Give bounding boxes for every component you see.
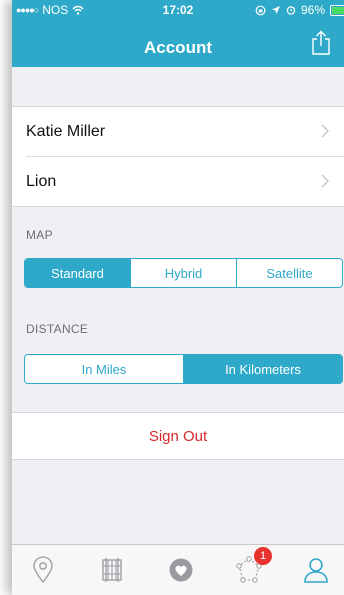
alarm-icon bbox=[286, 6, 296, 15]
user-icon bbox=[304, 558, 328, 583]
profile-group: Katie Miller Lion bbox=[12, 106, 344, 207]
profile-row-pet[interactable]: Lion bbox=[26, 156, 344, 206]
battery-percent: 96% bbox=[300, 3, 325, 17]
lock-rotation-icon bbox=[255, 5, 266, 15]
profile-name-label: Katie Miller bbox=[26, 122, 106, 140]
map-option-satellite[interactable]: Satellite bbox=[236, 259, 342, 287]
phone-screen: ●●●●○ NOS 17:02 96% Account Katie Miller… bbox=[12, 0, 344, 595]
chevron-right-icon bbox=[321, 124, 330, 138]
route-grid-icon bbox=[102, 558, 122, 582]
map-option-standard[interactable]: Standard bbox=[25, 259, 130, 287]
distance-option-kilometers[interactable]: In Kilometers bbox=[183, 355, 342, 383]
location-pin-icon bbox=[33, 556, 53, 584]
distance-unit-segmented-control: In Miles In Kilometers bbox=[24, 354, 343, 384]
profile-row-name[interactable]: Katie Miller bbox=[12, 107, 344, 156]
tab-account[interactable] bbox=[301, 555, 331, 585]
tab-network[interactable]: 1 bbox=[234, 547, 272, 585]
sign-out-button[interactable]: Sign Out bbox=[12, 412, 344, 460]
share-icon[interactable] bbox=[310, 30, 332, 56]
map-option-hybrid[interactable]: Hybrid bbox=[130, 259, 236, 287]
distance-option-miles[interactable]: In Miles bbox=[25, 355, 183, 383]
tab-location[interactable] bbox=[28, 555, 58, 585]
sign-out-label: Sign Out bbox=[148, 427, 208, 445]
page-title: Account bbox=[144, 38, 212, 57]
profile-pet-label: Lion bbox=[26, 172, 57, 190]
status-bar: ●●●●○ NOS 17:02 96% bbox=[12, 0, 344, 20]
map-type-segmented-control: Standard Hybrid Satellite bbox=[24, 258, 343, 288]
location-arrow-icon bbox=[271, 6, 280, 14]
nav-header: ●●●●○ NOS 17:02 96% Account bbox=[12, 0, 344, 67]
battery-fill bbox=[332, 6, 344, 14]
status-right: 96% bbox=[255, 3, 344, 17]
heart-icon bbox=[169, 558, 193, 582]
notification-badge: 1 bbox=[254, 547, 272, 565]
distance-section-label: DISTANCE bbox=[26, 322, 89, 336]
battery-icon bbox=[330, 4, 344, 16]
tab-health[interactable] bbox=[166, 555, 196, 585]
tab-routes[interactable] bbox=[97, 555, 127, 585]
map-section-label: MAP bbox=[26, 228, 53, 242]
tab-bar: 1 bbox=[12, 544, 344, 595]
chevron-right-icon bbox=[321, 174, 330, 188]
